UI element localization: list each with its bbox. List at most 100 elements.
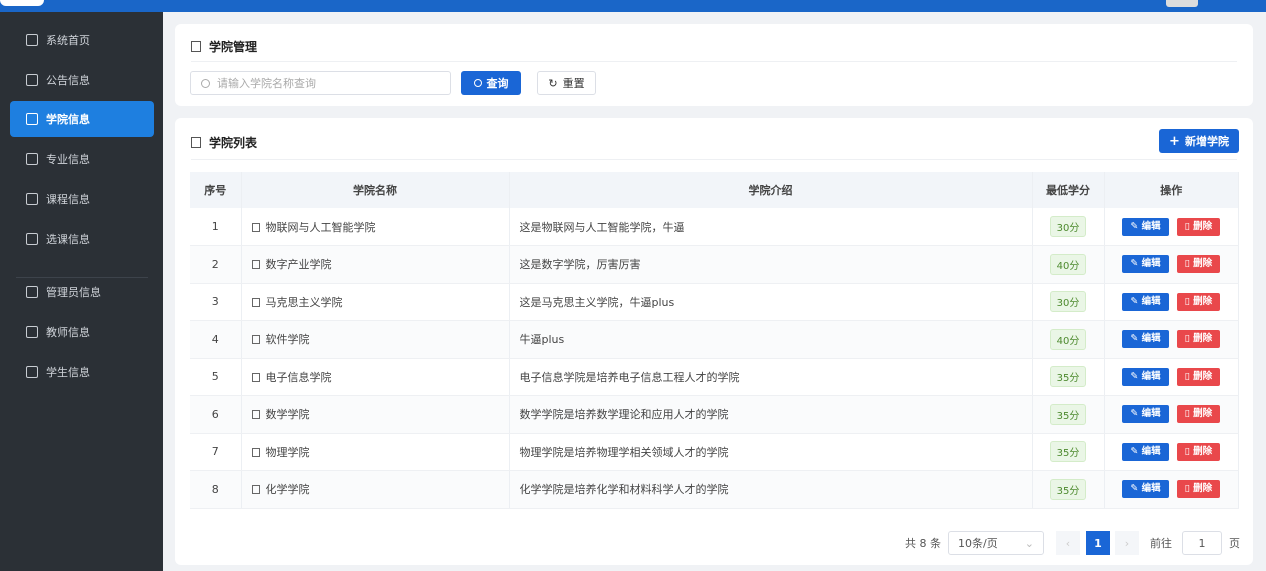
sidebar-item-notice[interactable]: 公告信息 bbox=[10, 62, 154, 98]
user-avatar[interactable] bbox=[1166, 0, 1198, 7]
edit-button[interactable]: ✎ 编辑 bbox=[1122, 292, 1169, 311]
row-no: 7 bbox=[190, 433, 242, 471]
trash-icon: ▯ bbox=[1184, 333, 1194, 345]
notice-icon bbox=[26, 74, 38, 86]
edit-icon: ✎ bbox=[1130, 333, 1142, 345]
sidebar-item-student[interactable]: 学生信息 bbox=[10, 354, 154, 390]
college-name-cell: 物理学院 bbox=[241, 433, 510, 471]
college-name: 数字产业学院 bbox=[265, 258, 332, 272]
college-intro: 化学学院是培养化学和材料科学人才的学院 bbox=[509, 470, 1033, 509]
divider bbox=[191, 159, 1237, 160]
credit-tag: 30分 bbox=[1049, 291, 1087, 313]
sidebar-item-selection[interactable]: 选课信息 bbox=[10, 221, 154, 257]
college-intro: 牛逼plus bbox=[509, 320, 1033, 359]
edit-icon: ✎ bbox=[1130, 445, 1142, 457]
divider bbox=[191, 61, 1237, 62]
logo bbox=[0, 0, 44, 6]
sidebar-item-course[interactable]: 课程信息 bbox=[10, 181, 154, 217]
row-no: 4 bbox=[190, 320, 242, 359]
chevron-down-icon: ⌄ bbox=[1024, 536, 1034, 550]
trash-icon: ▯ bbox=[1184, 445, 1194, 457]
add-college-button[interactable]: + 新增学院 bbox=[1159, 129, 1239, 153]
edit-button[interactable]: ✎ 编辑 bbox=[1122, 330, 1169, 349]
sidebar-item-teacher[interactable]: 教师信息 bbox=[10, 314, 154, 350]
search-card: 学院管理 请输入学院名称查询 查询 ↻ 重置 bbox=[175, 24, 1253, 106]
edit-button[interactable]: ✎ 编辑 bbox=[1122, 255, 1169, 274]
trash-icon: ▯ bbox=[1184, 370, 1194, 382]
delete-button[interactable]: ▯ 删除 bbox=[1176, 405, 1221, 424]
delete-button[interactable]: ▯ 删除 bbox=[1176, 255, 1221, 274]
college-intro: 数学学院是培养数学理论和应用人才的学院 bbox=[509, 395, 1033, 434]
trash-icon: ▯ bbox=[1184, 295, 1194, 307]
college-name: 物联网与人工智能学院 bbox=[265, 220, 376, 234]
table-row: 4 软件学院 牛逼plus 40分 ✎ 编辑 ▯ 删除 bbox=[190, 320, 1239, 359]
goto-page-input[interactable]: 1 bbox=[1182, 531, 1222, 555]
table-row: 3 马克思主义学院 这是马克思主义学院，牛逼plus 30分 ✎ 编辑 ▯ 删除 bbox=[190, 283, 1239, 321]
briefcase-icon bbox=[26, 153, 38, 165]
credit-tag: 35分 bbox=[1049, 403, 1087, 425]
edit-button[interactable]: ✎ 编辑 bbox=[1122, 367, 1169, 386]
college-intro: 电子信息学院是培养电子信息工程人才的学院 bbox=[509, 358, 1033, 396]
list-card-title: 学院列表 bbox=[191, 134, 257, 151]
delete-button[interactable]: ▯ 删除 bbox=[1176, 442, 1221, 461]
building-icon bbox=[251, 335, 260, 345]
row-no: 3 bbox=[190, 283, 242, 321]
college-name-cell: 物联网与人工智能学院 bbox=[241, 208, 510, 246]
credit-tag: 35分 bbox=[1049, 366, 1087, 388]
user-icon bbox=[26, 366, 38, 378]
col-intro: 学院介绍 bbox=[509, 172, 1033, 208]
table-row: 2 数字产业学院 这是数字学院，厉害厉害 40分 ✎ 编辑 ▯ 删除 bbox=[190, 245, 1239, 284]
next-page-button[interactable]: › bbox=[1115, 531, 1139, 555]
trash-icon: ▯ bbox=[1184, 408, 1194, 420]
sidebar-item-major[interactable]: 专业信息 bbox=[10, 141, 154, 177]
edit-icon: ✎ bbox=[1130, 295, 1142, 307]
edit-icon: ✎ bbox=[1130, 408, 1142, 420]
actions-cell: ✎ 编辑 ▯ 删除 bbox=[1104, 245, 1239, 284]
prev-page-button[interactable]: ‹ bbox=[1056, 531, 1080, 555]
building-icon bbox=[251, 372, 260, 382]
edit-button[interactable]: ✎ 编辑 bbox=[1122, 405, 1169, 424]
college-search-input[interactable]: 请输入学院名称查询 bbox=[190, 71, 451, 95]
delete-button[interactable]: ▯ 删除 bbox=[1176, 330, 1221, 349]
top-header bbox=[0, 0, 1266, 12]
page-1-button[interactable]: 1 bbox=[1086, 531, 1110, 555]
reset-button[interactable]: ↻ 重置 bbox=[537, 71, 596, 95]
college-name-cell: 数学学院 bbox=[241, 395, 510, 434]
edit-button[interactable]: ✎ 编辑 bbox=[1122, 442, 1169, 461]
sidebar-item-college[interactable]: 学院信息 bbox=[10, 101, 154, 137]
page-size-select[interactable]: 10条/页 ⌄ bbox=[948, 531, 1044, 555]
credit-cell: 35分 bbox=[1032, 433, 1105, 471]
edit-button[interactable]: ✎ 编辑 bbox=[1122, 217, 1169, 236]
col-credit: 最低学分 bbox=[1032, 172, 1105, 208]
college-intro: 这是马克思主义学院，牛逼plus bbox=[509, 283, 1033, 321]
credit-cell: 35分 bbox=[1032, 358, 1105, 396]
list-icon bbox=[191, 137, 201, 148]
sidebar-item-admin[interactable]: 管理员信息 bbox=[10, 274, 154, 310]
edit-icon: ✎ bbox=[1130, 483, 1142, 495]
college-name-cell: 化学学院 bbox=[241, 470, 510, 509]
search-icon bbox=[473, 79, 482, 87]
delete-button[interactable]: ▯ 删除 bbox=[1176, 480, 1221, 499]
building-icon bbox=[26, 113, 38, 125]
table-row: 6 数学学院 数学学院是培养数学理论和应用人才的学院 35分 ✎ 编辑 ▯ 删除 bbox=[190, 395, 1239, 434]
query-button[interactable]: 查询 bbox=[461, 71, 521, 95]
row-no: 8 bbox=[190, 470, 242, 509]
calendar-icon bbox=[26, 193, 38, 205]
edit-icon: ✎ bbox=[1130, 258, 1142, 270]
college-name: 软件学院 bbox=[265, 333, 310, 347]
delete-button[interactable]: ▯ 删除 bbox=[1176, 367, 1221, 386]
clipboard-icon bbox=[26, 233, 38, 245]
building-icon bbox=[251, 297, 260, 307]
edit-button[interactable]: ✎ 编辑 bbox=[1122, 480, 1169, 499]
col-name: 学院名称 bbox=[241, 172, 510, 208]
credit-cell: 35分 bbox=[1032, 395, 1105, 434]
delete-button[interactable]: ▯ 删除 bbox=[1176, 292, 1221, 311]
delete-button[interactable]: ▯ 删除 bbox=[1176, 217, 1221, 236]
col-actions: 操作 bbox=[1104, 172, 1239, 208]
col-no: 序号 bbox=[190, 172, 242, 208]
credit-cell: 30分 bbox=[1032, 283, 1105, 321]
sidebar-item-home[interactable]: 系统首页 bbox=[10, 22, 154, 58]
credit-cell: 40分 bbox=[1032, 320, 1105, 359]
college-name: 马克思主义学院 bbox=[265, 295, 343, 309]
credit-cell: 40分 bbox=[1032, 245, 1105, 284]
